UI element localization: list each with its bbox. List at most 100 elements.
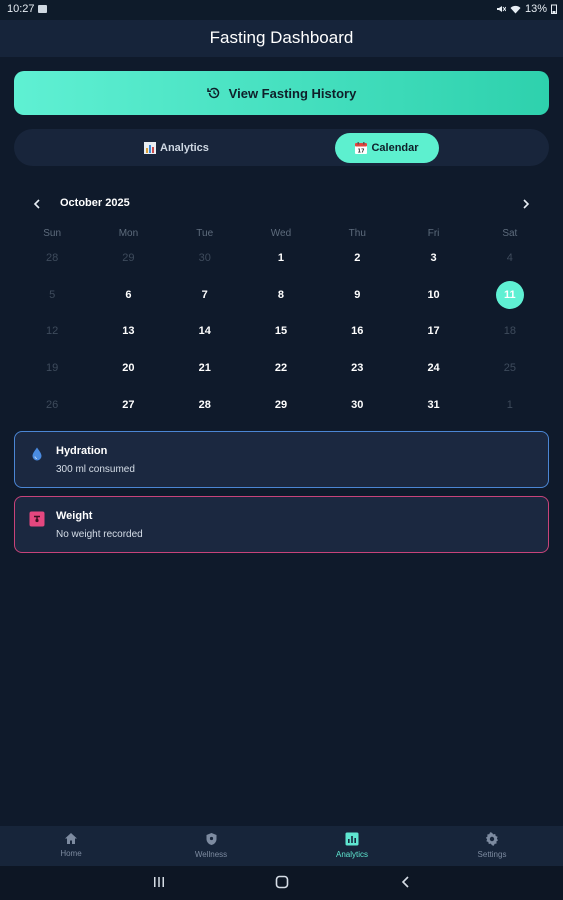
calendar-day-number: 2 [354, 252, 361, 265]
nav-item-settings[interactable]: Settings [452, 832, 532, 859]
home-system-button[interactable] [275, 875, 289, 891]
calendar-day[interactable]: 22 [243, 350, 319, 387]
calendar-day-number: 12 [46, 325, 59, 338]
calendar-day[interactable]: 1 [243, 240, 319, 277]
battery-icon [551, 4, 557, 14]
calendar-day[interactable]: 27 [90, 386, 166, 423]
calendar-day[interactable]: 26 [14, 386, 90, 423]
calendar-day[interactable]: 20 [90, 350, 166, 387]
calendar-day[interactable]: 1 [472, 386, 548, 423]
calendar-day-number: 23 [351, 362, 364, 375]
system-navigation-bar [0, 866, 563, 900]
history-button-label: View Fasting History [228, 85, 357, 101]
scale-icon [29, 511, 45, 527]
calendar-day[interactable]: 29 [90, 240, 166, 277]
calendar-day[interactable]: 30 [319, 386, 395, 423]
previous-month-button[interactable] [30, 195, 44, 213]
page-title: Fasting Dashboard [209, 28, 354, 47]
calendar-day[interactable]: 8 [243, 277, 319, 314]
calendar-day-number: 13 [122, 325, 135, 338]
calendar-day[interactable]: 24 [395, 350, 471, 387]
calendar-day-number: 21 [198, 362, 211, 375]
weight-subtitle: No weight recorded [56, 529, 143, 540]
nav-item-home[interactable]: Home [31, 832, 111, 858]
calendar-day[interactable]: 10 [395, 277, 471, 314]
hydration-title: Hydration [56, 445, 108, 457]
calendar-day-number: 30 [198, 252, 211, 265]
status-bar: 10:27 13% [0, 0, 563, 20]
weight-card[interactable]: Weight No weight recorded [14, 496, 549, 553]
calendar-day[interactable]: 30 [167, 240, 243, 277]
chevron-right-icon [523, 199, 530, 209]
calendar-day[interactable]: 3 [395, 240, 471, 277]
calendar-day[interactable]: 25 [472, 350, 548, 387]
calendar-day[interactable]: 28 [167, 386, 243, 423]
water-drop-icon [32, 447, 42, 461]
weekday-label: Wed [270, 228, 292, 239]
shield-icon [206, 833, 216, 845]
calendar-day[interactable]: 7 [167, 277, 243, 314]
gallery-notification-icon [38, 5, 47, 13]
tab-analytics-label: Analytics [160, 142, 209, 154]
tab-calendar[interactable]: 17 Calendar [335, 133, 439, 163]
recent-apps-button[interactable] [152, 875, 166, 891]
mute-icon [496, 6, 506, 12]
back-chevron-icon [401, 876, 409, 888]
calendar-day[interactable]: 14 [167, 313, 243, 350]
calendar-day[interactable]: 4 [472, 240, 548, 277]
history-icon [206, 87, 219, 99]
nav-label: Wellness [194, 850, 228, 859]
calendar-day[interactable]: 13 [90, 313, 166, 350]
hydration-card[interactable]: Hydration 300 ml consumed [14, 431, 549, 488]
calendar-day[interactable]: 5 [14, 277, 90, 314]
calendar-day-number: 17 [427, 325, 440, 338]
calendar-day[interactable]: 31 [395, 386, 471, 423]
calendar-day[interactable]: 6 [90, 277, 166, 314]
calendar-day-number: 14 [198, 325, 211, 338]
status-time: 10:27 [7, 3, 35, 15]
calendar-header: October 2025 [0, 195, 563, 213]
nav-item-wellness[interactable]: Wellness [171, 832, 251, 859]
svg-text:17: 17 [358, 149, 365, 155]
nav-label: Settings [477, 850, 507, 859]
calendar-day-today[interactable]: 11 [472, 277, 548, 314]
calendar-day[interactable]: 28 [14, 240, 90, 277]
wifi-icon [510, 5, 521, 13]
back-button[interactable] [400, 875, 412, 891]
calendar-day[interactable]: 21 [167, 350, 243, 387]
calendar-day-number: 7 [201, 288, 208, 301]
calendar-day-number: 15 [274, 325, 288, 338]
calendar-day-number: 1 [506, 398, 513, 411]
calendar-day-number: 29 [122, 252, 135, 265]
calendar-day[interactable]: 18 [472, 313, 548, 350]
tab-analytics[interactable]: Analytics [144, 137, 209, 159]
nav-item-analytics[interactable]: Analytics [312, 832, 392, 859]
calendar-day[interactable]: 29 [243, 386, 319, 423]
calendar-day[interactable]: 23 [319, 350, 395, 387]
calendar-day[interactable]: 9 [319, 277, 395, 314]
calendar-day-number: 25 [503, 362, 516, 375]
bar-chart-icon [144, 142, 156, 154]
calendar-day[interactable]: 12 [14, 313, 90, 350]
calendar-day[interactable]: 2 [319, 240, 395, 277]
calendar-day[interactable]: 15 [243, 313, 319, 350]
next-month-button[interactable] [519, 195, 533, 213]
battery-percent: 13% [524, 3, 547, 15]
calendar-day[interactable]: 17 [395, 313, 471, 350]
weekday-label: Sat [502, 228, 518, 239]
bottom-navigation: Home Wellness Analytics Settings [0, 826, 563, 866]
calendar-day-number: 10 [427, 288, 440, 301]
calendar-day[interactable]: 16 [319, 313, 395, 350]
calendar-day-number: 5 [49, 288, 56, 301]
weekday-label: Tue [196, 228, 214, 239]
recent-apps-icon [154, 877, 164, 887]
view-fasting-history-button[interactable]: View Fasting History [14, 71, 549, 115]
calendar-day-number: 18 [503, 325, 516, 338]
app-header: Fasting Dashboard [0, 20, 563, 57]
calendar-day-number: 24 [427, 362, 440, 375]
calendar-grid: 28 29 30 1 2 3 4 5 6 7 8 9 10 11 12 13 14 15 16 17 18 19 20 21 2… [14, 240, 548, 423]
calendar-day-number: 6 [125, 288, 132, 301]
status-right: 13% [496, 3, 557, 15]
weight-title: Weight [56, 510, 93, 522]
calendar-day[interactable]: 19 [14, 350, 90, 387]
